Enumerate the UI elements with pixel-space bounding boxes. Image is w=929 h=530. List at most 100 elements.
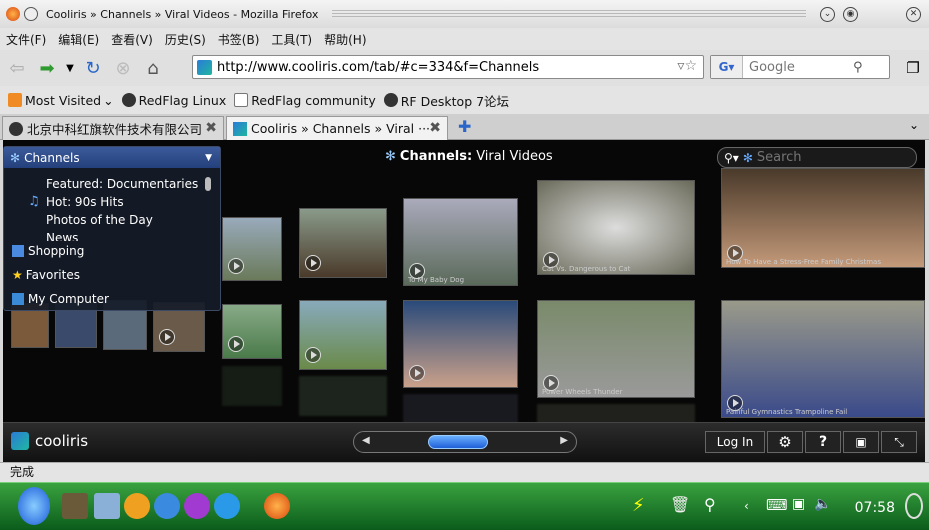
desktop-icon[interactable] <box>62 493 88 519</box>
taskbar: ⚡ 🗑 ⚲ ‹ ⌨ ▣ 🔈 07:58 <box>0 482 929 530</box>
search-icon[interactable]: ⚲ <box>853 60 863 75</box>
usb-icon[interactable]: ⚲ <box>704 495 716 514</box>
menu-history[interactable]: 历史(S) <box>159 31 212 48</box>
bookmark-star-icon[interactable]: ▿☆ <box>677 58 697 74</box>
penguin-icon <box>121 93 136 107</box>
show-desktop-icon[interactable] <box>905 493 923 519</box>
slideshow-icon[interactable]: ▣ <box>843 431 879 453</box>
login-button[interactable]: Log In <box>705 431 765 453</box>
video-thumbnail[interactable]: Power Wheels Thunder <box>537 300 695 398</box>
page-icon <box>234 93 249 107</box>
volume-icon[interactable]: 🔈 <box>814 496 831 512</box>
bookmark-redflag-linux[interactable]: RedFlag Linux <box>121 93 226 108</box>
search-engine-icon[interactable]: G▾ <box>711 56 743 78</box>
maximize-button[interactable]: ◉ <box>843 6 858 22</box>
video-thumbnail[interactable]: Cat Vs. Dangerous to Cat <box>537 180 695 275</box>
computer-icon <box>12 293 24 305</box>
video-thumbnail[interactable]: How To Have a Stress-Free Family Christm… <box>721 168 925 268</box>
settings-gear-icon[interactable]: ⚙ <box>767 431 803 453</box>
bookmark-redflag-community[interactable]: RedFlag community <box>234 93 376 108</box>
trash-icon[interactable]: 🗑 <box>670 495 690 514</box>
bookmark-rf-desktop[interactable]: RF Desktop 7论坛 <box>383 91 509 110</box>
new-tab-button[interactable]: ✚ <box>458 117 471 136</box>
slider-knob[interactable] <box>428 435 488 449</box>
play-icon <box>305 255 321 271</box>
folder-icon <box>8 93 22 107</box>
settings-icon[interactable] <box>214 493 240 519</box>
tab-redflag[interactable]: 北京中科红旗软件技术有限公司 ✖ <box>2 116 224 140</box>
channel-item[interactable]: Photos of the Day <box>46 213 153 227</box>
forward-button[interactable]: ➡ <box>34 55 60 81</box>
search-input[interactable] <box>743 59 853 75</box>
play-icon <box>228 336 244 352</box>
video-thumbnail[interactable] <box>403 300 518 388</box>
shopping-bag-icon <box>12 245 24 257</box>
menu-file[interactable]: 文件(F) <box>0 31 52 48</box>
dropdown-arrow-icon: ▼ <box>205 152 212 163</box>
minimize-button[interactable]: ⌄ <box>820 6 835 22</box>
network-icon[interactable]: ▣ <box>792 496 805 512</box>
music-player-icon[interactable] <box>124 493 150 519</box>
status-bar: 完成 <box>0 462 929 482</box>
start-menu-icon[interactable] <box>18 487 50 525</box>
chat-icon[interactable] <box>184 493 210 519</box>
section-my-computer[interactable]: My Computer <box>12 292 109 306</box>
menu-bookmarks[interactable]: 书签(B) <box>212 31 266 48</box>
channels-scrollbar[interactable] <box>205 177 211 191</box>
clock: 07:58 <box>854 500 895 516</box>
cooliris-logo: cooliris <box>11 432 88 450</box>
channels-header[interactable]: ✻ Channels ▼ <box>4 147 220 168</box>
menu-tools[interactable]: 工具(T) <box>265 31 318 48</box>
cooliris-favicon-icon <box>233 121 247 136</box>
menu-edit[interactable]: 编辑(E) <box>52 31 105 48</box>
section-favorites[interactable]: ★ Favorites <box>12 268 80 282</box>
menu-bar: 文件(F) 编辑(E) 查看(V) 历史(S) 书签(B) 工具(T) 帮助(H… <box>0 28 929 50</box>
stop-button[interactable]: ⊗ <box>110 55 136 81</box>
bookmark-most-visited[interactable]: Most Visited ⌄ <box>8 93 114 108</box>
menu-view[interactable]: 查看(V) <box>105 31 159 48</box>
home-button[interactable]: ⌂ <box>140 55 166 81</box>
back-button[interactable]: ⇦ <box>4 55 30 81</box>
file-manager-icon[interactable] <box>94 493 120 519</box>
video-thumbnail[interactable] <box>299 300 387 370</box>
menu-help[interactable]: 帮助(H) <box>318 31 372 48</box>
scroll-right-icon[interactable]: ▶ <box>560 435 568 446</box>
fullscreen-icon[interactable]: ⤡ <box>881 431 917 453</box>
window-menu-icon[interactable] <box>24 7 38 21</box>
video-thumbnail[interactable] <box>222 304 282 359</box>
tab-cooliris[interactable]: Cooliris » Channels » Viral ··· ✖ <box>226 116 448 140</box>
firefox-taskbar-icon[interactable] <box>264 493 290 519</box>
site-favicon-icon <box>197 60 212 75</box>
tray-arrow-icon[interactable]: ‹ <box>744 499 749 513</box>
wall-scroll-slider[interactable]: ◀ ▶ <box>353 431 577 453</box>
video-thumbnail[interactable] <box>299 208 387 278</box>
cooliris-search-input[interactable] <box>756 150 897 165</box>
close-tab-icon[interactable]: ✖ <box>205 120 217 136</box>
video-thumbnail[interactable]: Painful Gymnastics Trampoline Fail <box>721 300 925 418</box>
help-button[interactable]: ? <box>805 431 841 453</box>
scroll-left-icon[interactable]: ◀ <box>362 435 370 446</box>
history-dropdown-icon[interactable]: ▼ <box>64 55 76 81</box>
channel-item[interactable]: Featured: Documentaries <box>46 177 198 191</box>
tab-label: 北京中科红旗软件技术有限公司 <box>27 122 203 137</box>
url-bar[interactable]: http://www.cooliris.com/tab/#c=334&f=Cha… <box>192 55 704 79</box>
keyboard-icon[interactable]: ⌨ <box>766 496 788 514</box>
page-action-icon[interactable]: ❐ <box>900 55 926 81</box>
video-thumbnail[interactable]: To My Baby Dog <box>403 198 518 286</box>
reload-button[interactable]: ↻ <box>80 55 106 81</box>
power-icon[interactable]: ⚡ <box>632 495 645 516</box>
cooliris-search[interactable]: ⚲▾ ✻ <box>717 147 917 168</box>
search-icon[interactable]: ⚲▾ <box>724 151 739 165</box>
browser-icon[interactable] <box>154 493 180 519</box>
video-thumbnail[interactable] <box>222 217 282 281</box>
close-button[interactable]: ✕ <box>906 6 921 22</box>
close-tab-icon[interactable]: ✖ <box>429 120 441 136</box>
section-shopping[interactable]: Shopping <box>12 244 84 258</box>
channels-icon: ✻ <box>385 149 396 164</box>
bookmarks-toolbar: Most Visited ⌄ RedFlag Linux RedFlag comm… <box>0 86 929 114</box>
play-icon <box>159 329 175 345</box>
channel-item[interactable]: News <box>46 231 78 241</box>
channel-item[interactable]: Hot: 90s Hits <box>46 195 124 209</box>
web-search-box[interactable]: G▾ ⚲ <box>710 55 890 79</box>
tab-list-icon[interactable]: ⌄ <box>909 118 919 132</box>
